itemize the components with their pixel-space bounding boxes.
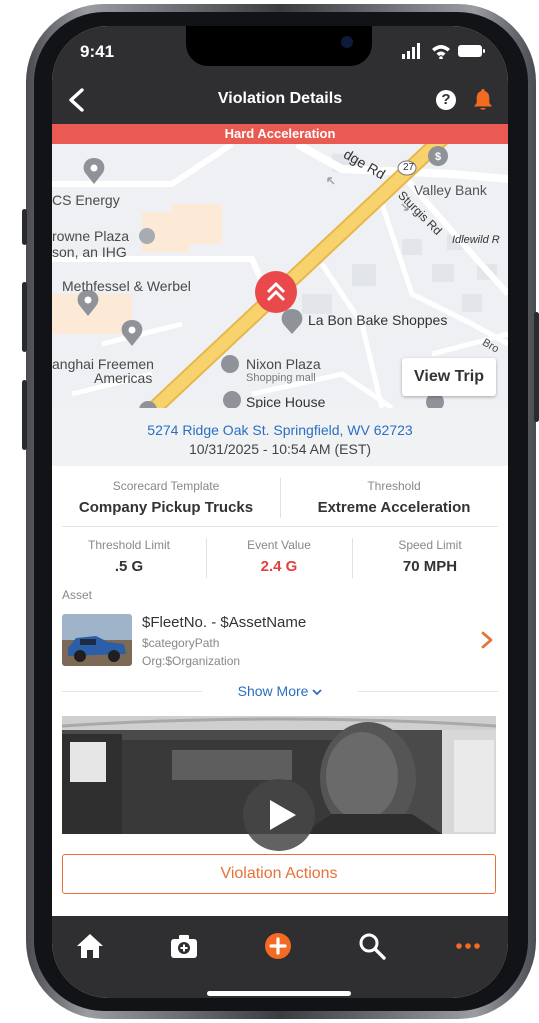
event-value-label: Event Value [247,538,311,552]
event-value-value: 2.4 G [260,558,298,575]
map-label-nixon: Nixon Plaza [246,356,321,372]
speed-limit-label: Speed Limit [398,538,462,552]
asset-category: $categoryPath [142,636,220,650]
map-label-spice: Spice House [246,394,326,408]
status-time: 9:41 [80,42,115,61]
top-navigation-bar: 9:41 Violation Details ? [52,26,508,124]
threshold-value: Extreme Acceleration [317,499,471,516]
asset-section-label: Asset [62,588,93,602]
view-trip-button[interactable]: View Trip [402,358,496,396]
home-icon[interactable] [74,930,106,962]
map-label-shanghai-2: Americas [94,370,153,386]
violation-type-banner: Hard Acceleration [52,124,508,144]
play-icon[interactable] [242,778,316,852]
speed-limit-value: 70 MPH [402,558,458,575]
map-label-cs-energy: CS Energy [52,192,120,208]
camera-plus-icon[interactable] [168,930,200,962]
map-label-methfessel: Methfessel & Werbel [62,278,191,294]
svg-text:$: $ [435,151,441,163]
map-label-route: 27 [403,162,415,173]
divider [62,526,498,527]
map-view[interactable]: $ dge Rd 27 Valley Bank Sturgis Rd Idlew… [52,144,508,408]
help-icon[interactable]: ? [436,90,456,110]
notch [186,26,372,66]
map-label-valley-bank: Valley Bank [414,182,487,198]
search-icon[interactable] [356,930,388,962]
asset-thumbnail[interactable] [62,614,132,666]
location-block: 5274 Ridge Oak St. Springfield, WV 62723… [52,408,508,466]
map-label-la-bon: La Bon Bake Shoppes [308,312,448,328]
asset-name[interactable]: $FleetNo. - $AssetName [142,614,306,631]
map-label-crowne-2: son, an IHG [52,244,127,260]
show-more-button[interactable]: Show More [52,683,508,699]
notification-bell-icon[interactable] [473,88,493,112]
map-label-nixon-sub: Shopping mall [246,372,316,384]
asset-organization: Org:$Organization [142,654,241,668]
bottom-tab-bar [52,916,508,998]
app-screen: 9:41 Violation Details ? Hard Accelerati… [52,26,508,998]
scorecard-template-value: Company Pickup Trucks [78,499,254,516]
map-label-crowne-1: rowne Plaza [52,228,130,244]
signal-icon [402,43,420,59]
violation-datetime: 10/31/2025 - 10:54 AM (EST) [188,441,372,457]
violation-actions-button[interactable]: Violation Actions [62,854,496,894]
chevron-right-icon[interactable] [480,630,494,650]
scorecard-template: Scorecard Template Company Pickup Trucks [52,479,280,516]
add-circle-icon[interactable] [262,930,294,962]
threshold-limit-label: Threshold Limit [87,538,171,552]
volume-down-button [22,380,27,450]
mute-switch [22,209,27,245]
front-camera [341,36,353,48]
scorecard-template-label: Scorecard Template [112,479,220,493]
show-more-label: Show More [237,683,309,699]
location-address-link[interactable]: 5274 Ridge Oak St. Springfield, WV 62723 [52,422,508,438]
power-button [534,312,539,422]
chevron-down-icon [312,689,322,696]
volume-up-button [22,282,27,352]
speed-limit: Speed Limit 70 MPH [352,538,508,575]
event-value: Event Value 2.4 G [206,538,352,575]
home-indicator [207,991,351,996]
map-label-idlewild: Idlewild R [452,234,500,246]
more-icon[interactable] [452,930,484,962]
status-icons [402,43,485,59]
violation-marker-icon[interactable] [254,270,298,314]
threshold: Threshold Extreme Acceleration [280,479,508,516]
threshold-label: Threshold [367,479,421,493]
threshold-limit-value: .5 G [114,558,144,575]
threshold-limit: Threshold Limit .5 G [52,538,206,575]
battery-icon [458,45,485,57]
wifi-icon [432,45,450,59]
